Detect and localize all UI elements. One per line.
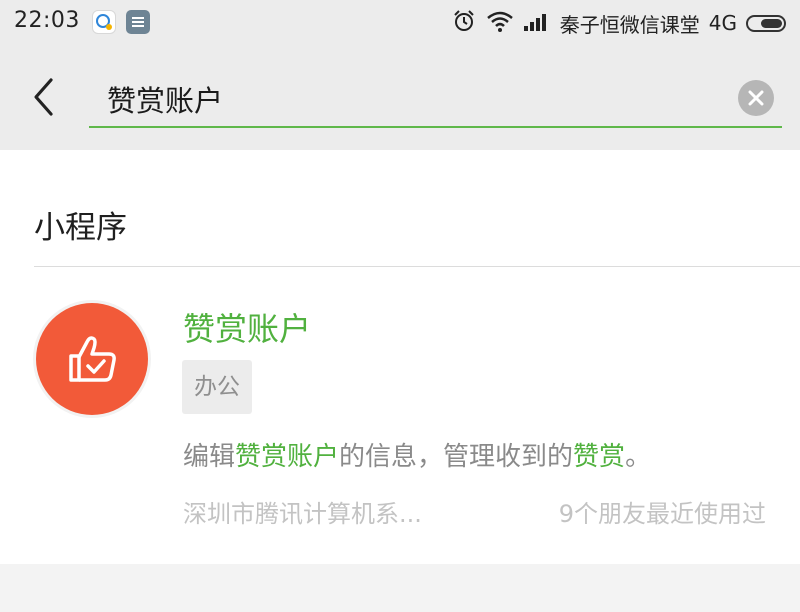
description-highlight: 赞赏账户: [235, 442, 340, 472]
status-indicators: 秦子恒微信课堂 4G: [451, 8, 786, 38]
battery-level: [761, 18, 782, 28]
category-tag: 办公: [182, 360, 252, 414]
friends-usage: 9个朋友最近使用过: [558, 500, 766, 528]
developer-name: 深圳市腾讯计算机系...: [183, 500, 422, 528]
status-time: 22:03: [14, 8, 80, 33]
mini-program-result[interactable]: 赞赏账户 办公 编辑赞赏账户的信息，管理收到的赞赏。 深圳市腾讯计算机系... …: [0, 268, 800, 564]
results-panel: 小程序 赞赏账户 办公 编辑赞赏账户的信息，管理收到的赞赏。 深圳市腾讯计算机系…: [0, 150, 800, 564]
clear-search-button[interactable]: [738, 80, 774, 116]
signal-icon: [523, 10, 551, 36]
result-title: 赞赏账户: [183, 310, 312, 348]
status-bar: 22:03 秦子恒微信课堂 4G: [0, 0, 800, 46]
search-query: 赞赏账户: [107, 84, 224, 118]
search-header: 赞赏账户: [0, 46, 800, 150]
back-button[interactable]: [22, 70, 66, 124]
description-highlight: 赞赏: [573, 442, 626, 472]
description-text: 。: [625, 442, 652, 472]
back-arrow-icon: [34, 78, 53, 116]
wifi-icon: [486, 9, 514, 37]
description-text: 的信息，管理收到的: [339, 442, 574, 472]
notification-app-icon: [92, 10, 116, 34]
description-text: 编辑: [183, 442, 236, 472]
thumbs-up-check-icon: [69, 336, 116, 382]
app-logo: [33, 300, 151, 418]
carrier-name: 秦子恒微信课堂: [559, 12, 700, 37]
search-input[interactable]: 赞赏账户: [89, 68, 782, 128]
section-title: 小程序: [34, 210, 127, 246]
result-description: 编辑赞赏账户的信息，管理收到的赞赏。: [183, 436, 651, 473]
network-type: 4G: [708, 11, 737, 35]
clear-icon: [748, 90, 764, 106]
alarm-icon: [451, 8, 477, 38]
battery-icon: [746, 14, 786, 32]
section-divider: [34, 266, 800, 267]
notes-app-icon: [126, 10, 150, 34]
